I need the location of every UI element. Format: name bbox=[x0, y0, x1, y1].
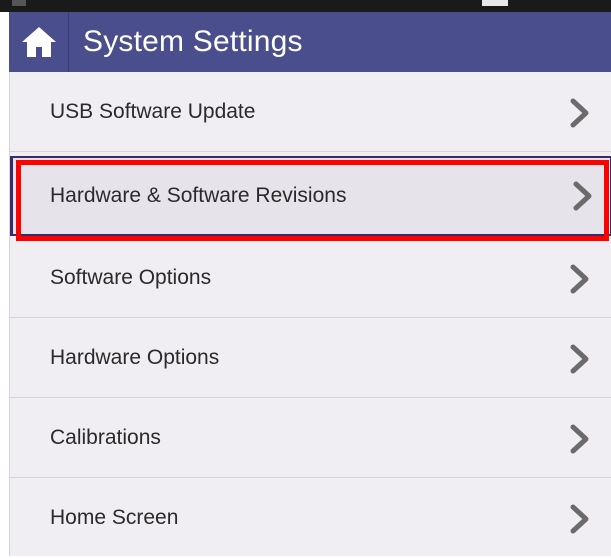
menu-item-calibrations[interactable]: Calibrations bbox=[10, 398, 611, 478]
status-indicator-left bbox=[12, 0, 26, 6]
menu-item-label: Hardware Options bbox=[50, 346, 220, 369]
chevron-right-icon bbox=[570, 344, 589, 374]
page-title: System Settings bbox=[83, 25, 303, 58]
chevron-right-icon bbox=[573, 181, 592, 211]
menu-item-software-options[interactable]: Software Options bbox=[10, 238, 611, 318]
chevron-right-icon bbox=[570, 424, 589, 454]
chevron-right-icon bbox=[570, 98, 589, 128]
menu-item-hardware-software-revisions[interactable]: Hardware & Software Revisions bbox=[10, 156, 611, 236]
settings-menu-list: USB Software Update Hardware & Software … bbox=[9, 72, 611, 556]
menu-item-label: Software Options bbox=[50, 266, 212, 289]
app-header: System Settings bbox=[9, 12, 611, 72]
menu-item-label: Hardware & Software Revisions bbox=[50, 184, 347, 207]
chevron-right-icon bbox=[570, 264, 589, 294]
menu-item-usb-software-update[interactable]: USB Software Update bbox=[10, 72, 611, 152]
home-button[interactable] bbox=[9, 12, 69, 72]
menu-item-label: Calibrations bbox=[50, 426, 161, 449]
status-bar bbox=[0, 0, 611, 12]
menu-item-hardware-options[interactable]: Hardware Options bbox=[10, 318, 611, 398]
menu-item-label: USB Software Update bbox=[50, 100, 256, 123]
chevron-right-icon bbox=[570, 504, 589, 534]
status-indicator-right bbox=[482, 0, 508, 6]
menu-item-home-screen[interactable]: Home Screen bbox=[10, 478, 611, 558]
home-icon bbox=[21, 27, 56, 57]
menu-item-label: Home Screen bbox=[50, 506, 179, 529]
